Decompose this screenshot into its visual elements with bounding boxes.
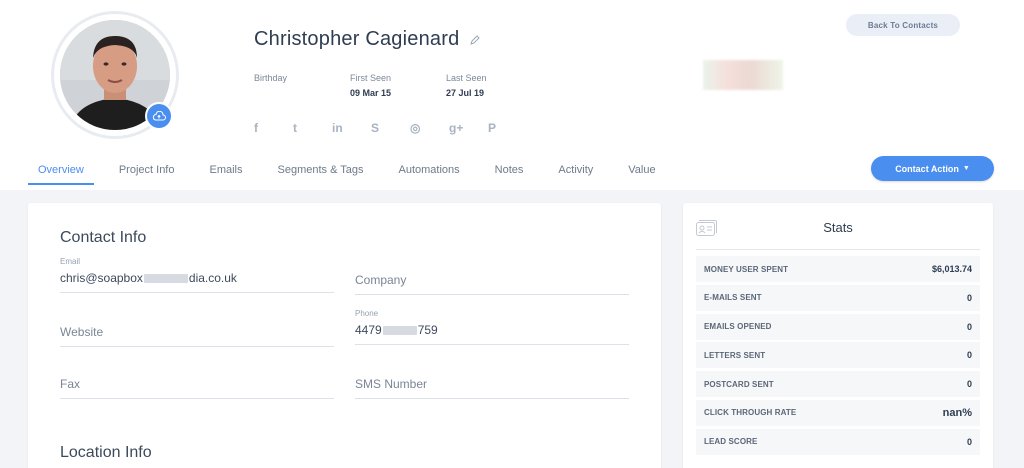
contact-name: Christopher Cagienard bbox=[254, 28, 460, 50]
google-plus-icon[interactable]: g+ bbox=[449, 121, 488, 135]
company-field[interactable]: Company bbox=[355, 259, 629, 295]
redacted-badge bbox=[703, 60, 783, 90]
instagram-icon[interactable]: ◎ bbox=[410, 121, 449, 135]
caret-down-icon: ▼ bbox=[962, 165, 970, 172]
linkedin-icon[interactable]: in bbox=[332, 121, 371, 135]
last-seen-block: Last Seen 27 Jul 19 bbox=[446, 73, 487, 98]
stats-list: MONEY USER SPENT $6,013.74 E-MAILS SENT … bbox=[696, 256, 980, 458]
phone-field[interactable]: Phone 4479 759 bbox=[355, 309, 629, 345]
facebook-icon[interactable]: f bbox=[254, 121, 293, 135]
contact-action-label: Contact Action bbox=[895, 163, 959, 174]
stat-value: $6,013.74 bbox=[931, 264, 972, 274]
tab-project-info[interactable]: Project Info bbox=[109, 157, 185, 185]
last-seen-value: 27 Jul 19 bbox=[446, 88, 485, 98]
email-field[interactable]: Email chris@soapbox dia.co.uk bbox=[60, 257, 334, 293]
stat-row-emails-opened: EMAILS OPENED 0 bbox=[696, 313, 980, 340]
phone-value: 4479 759 bbox=[355, 323, 438, 337]
contact-info-card: Contact Info Email chris@soapbox dia.co.u… bbox=[28, 203, 661, 468]
sms-number-field[interactable]: SMS Number bbox=[355, 363, 629, 399]
fax-placeholder: Fax bbox=[60, 377, 81, 391]
company-placeholder: Company bbox=[355, 273, 407, 287]
stat-label: LEAD SCORE bbox=[704, 437, 758, 447]
stats-title: Stats bbox=[823, 220, 853, 235]
birthday-label: Birthday bbox=[254, 73, 288, 83]
skype-icon[interactable]: S bbox=[371, 121, 410, 135]
website-field[interactable]: Website bbox=[60, 311, 334, 347]
email-value-end: dia.co.uk bbox=[188, 271, 237, 285]
stat-row-click-through-rate: CLICK THROUGH RATE nan% bbox=[696, 399, 980, 426]
name-row: Christopher Cagienard bbox=[254, 28, 481, 51]
pinterest-icon[interactable]: P bbox=[488, 121, 527, 135]
stat-label: POSTCARD SENT bbox=[704, 379, 774, 389]
tab-overview[interactable]: Overview bbox=[28, 157, 94, 185]
tab-emails[interactable]: Emails bbox=[199, 157, 252, 185]
contact-header: Christopher Cagienard Birthday First See… bbox=[0, 0, 1024, 190]
upload-photo-button[interactable] bbox=[145, 102, 173, 130]
phone-value-end: 759 bbox=[417, 323, 438, 337]
phone-label: Phone bbox=[355, 309, 379, 318]
tab-segments-tags[interactable]: Segments & Tags bbox=[268, 157, 374, 185]
tab-notes[interactable]: Notes bbox=[485, 157, 534, 185]
stat-value: 0 bbox=[966, 350, 972, 361]
stat-label: CLICK THROUGH RATE bbox=[704, 408, 797, 418]
website-placeholder: Website bbox=[60, 325, 104, 339]
last-seen-label: Last Seen bbox=[446, 73, 487, 83]
first-seen-label: First Seen bbox=[350, 73, 392, 83]
stats-card: Stats MONEY USER SPENT $6,013.74 E-MAILS… bbox=[683, 203, 993, 468]
phone-value-start: 4479 bbox=[355, 323, 382, 337]
social-links: f t in S ◎ g+ P bbox=[254, 121, 527, 135]
stat-row-lead-score: LEAD SCORE 0 bbox=[696, 428, 980, 455]
tab-value[interactable]: Value bbox=[618, 157, 665, 185]
email-value-start: chris@soapbox bbox=[60, 271, 143, 285]
fax-field[interactable]: Fax bbox=[60, 363, 334, 399]
first-seen-block: First Seen 09 Mar 15 bbox=[350, 73, 391, 98]
pencil-icon[interactable] bbox=[469, 34, 481, 46]
cloud-upload-icon bbox=[152, 111, 166, 121]
stat-label: LETTERS SENT bbox=[704, 350, 766, 360]
redacted-mask bbox=[382, 326, 417, 336]
stat-value: 0 bbox=[966, 292, 972, 303]
contact-action-button[interactable]: Contact Action ▼ bbox=[871, 156, 994, 181]
redacted-mask bbox=[143, 274, 188, 284]
twitter-icon[interactable]: t bbox=[293, 121, 332, 135]
stat-value: 0 bbox=[966, 379, 972, 390]
stat-row-postcard-sent: POSTCARD SENT 0 bbox=[696, 371, 980, 398]
email-value: chris@soapbox dia.co.uk bbox=[60, 271, 237, 285]
tab-activity[interactable]: Activity bbox=[548, 157, 603, 185]
stat-label: E-MAILS SENT bbox=[704, 293, 762, 303]
stat-row-emails-sent: E-MAILS SENT 0 bbox=[696, 284, 980, 311]
stat-label: MONEY USER SPENT bbox=[704, 264, 789, 274]
tab-automations[interactable]: Automations bbox=[389, 157, 470, 185]
back-to-contacts-button[interactable]: Back To Contacts bbox=[846, 14, 960, 36]
stat-row-letters-sent: LETTERS SENT 0 bbox=[696, 342, 980, 369]
stat-value: 0 bbox=[966, 321, 972, 332]
sms-placeholder: SMS Number bbox=[355, 377, 428, 391]
stat-value: 0 bbox=[966, 436, 972, 447]
stats-header: Stats bbox=[696, 213, 980, 250]
email-label: Email bbox=[60, 257, 81, 266]
stat-row-money-spent: MONEY USER SPENT $6,013.74 bbox=[696, 256, 980, 282]
stat-label: EMAILS OPENED bbox=[704, 322, 772, 332]
location-info-title: Location Info bbox=[60, 444, 152, 461]
tab-bar: Overview Project Info Emails Segments & … bbox=[28, 157, 681, 185]
birthday-block: Birthday bbox=[254, 73, 287, 83]
first-seen-value: 09 Mar 15 bbox=[350, 88, 392, 98]
stat-value: nan% bbox=[942, 406, 972, 419]
contact-info-title: Contact Info bbox=[60, 229, 147, 246]
